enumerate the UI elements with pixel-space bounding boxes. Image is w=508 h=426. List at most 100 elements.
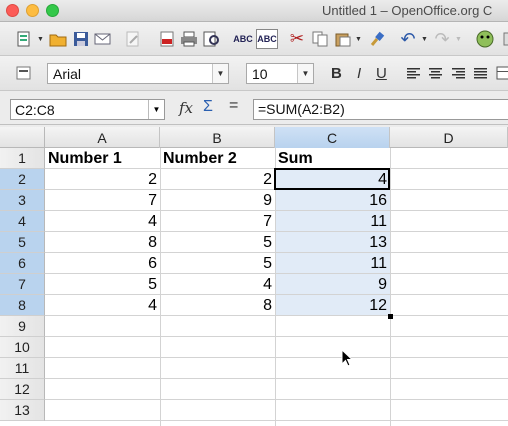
chevron-down-icon[interactable]: ▼ (212, 64, 228, 83)
cell-c6[interactable]: 11 (275, 253, 390, 274)
cell-b5[interactable]: 5 (160, 232, 275, 253)
font-size-value: 10 (252, 66, 268, 82)
active-cell-cursor (274, 168, 390, 190)
export-pdf-icon[interactable] (157, 29, 177, 49)
grid-line (45, 336, 508, 337)
new-document-icon[interactable] (14, 29, 34, 49)
row-header-6[interactable]: 6 (0, 253, 45, 274)
cell-a4[interactable]: 4 (45, 211, 160, 232)
styles-icon[interactable] (14, 63, 34, 83)
align-right-icon[interactable] (449, 63, 469, 83)
open-folder-icon[interactable] (48, 29, 68, 49)
cell-c8[interactable]: 12 (275, 295, 390, 316)
cell-a7[interactable]: 5 (45, 274, 160, 295)
cell-b3[interactable]: 9 (160, 190, 275, 211)
cell-b2[interactable]: 2 (160, 169, 275, 190)
column-header-d[interactable]: D (390, 127, 508, 148)
cell-c4[interactable]: 11 (275, 211, 390, 232)
function-wizard-icon[interactable]: fx (179, 99, 193, 117)
function-icon[interactable]: = (229, 97, 238, 115)
cell-b8[interactable]: 8 (160, 295, 275, 316)
chevron-down-icon[interactable]: ▼ (421, 36, 428, 43)
standard-toolbar: ▼ ABC ABC ✂ ▼ ↶ ▼ ↷ ▼ (0, 22, 508, 56)
row-header-13[interactable]: 13 (0, 400, 45, 421)
undo-icon[interactable]: ↶ (398, 29, 418, 49)
row-header-7[interactable]: 7 (0, 274, 45, 295)
column-header-c[interactable]: C (275, 127, 390, 148)
cell-a8[interactable]: 4 (45, 295, 160, 316)
title-bar: Untitled 1 – OpenOffice.org C (0, 0, 508, 22)
spreadsheet-grid[interactable]: A B C D 1 2 3 4 5 6 7 8 9 10 11 12 13 Number 1 Number… (0, 127, 508, 426)
cell-a5[interactable]: 8 (45, 232, 160, 253)
row-header-9[interactable]: 9 (0, 316, 45, 337)
row-header-10[interactable]: 10 (0, 337, 45, 358)
autospellcheck-icon[interactable]: ABC (256, 29, 278, 49)
print-icon[interactable] (179, 29, 199, 49)
column-header-b[interactable]: B (160, 127, 275, 148)
close-window-button[interactable] (6, 4, 19, 17)
cell-b7[interactable]: 4 (160, 274, 275, 295)
save-icon[interactable] (71, 29, 91, 49)
paste-icon[interactable] (333, 29, 353, 49)
cell-a6[interactable]: 6 (45, 253, 160, 274)
cell-c5[interactable]: 13 (275, 232, 390, 253)
cell-c7[interactable]: 9 (275, 274, 390, 295)
row-header-3[interactable]: 3 (0, 190, 45, 211)
cut-icon[interactable]: ✂ (287, 29, 307, 49)
row-header-11[interactable]: 11 (0, 358, 45, 379)
grid-line (390, 148, 391, 426)
align-center-icon[interactable] (426, 63, 446, 83)
cell-b1[interactable]: Number 2 (160, 148, 275, 169)
print-preview-icon[interactable] (202, 29, 222, 49)
cell-a2[interactable]: 2 (45, 169, 160, 190)
align-left-icon[interactable] (404, 63, 424, 83)
row-header-8[interactable]: 8 (0, 295, 45, 316)
minimize-window-button[interactable] (26, 4, 39, 17)
grid-line (45, 420, 508, 421)
cell-a3[interactable]: 7 (45, 190, 160, 211)
row-header-1[interactable]: 1 (0, 148, 45, 169)
zoom-window-button[interactable] (46, 4, 59, 17)
redo-icon[interactable]: ↷ (432, 29, 452, 49)
underline-button[interactable]: U (376, 65, 387, 82)
email-icon[interactable] (93, 29, 113, 49)
row-header-4[interactable]: 4 (0, 211, 45, 232)
column-header-a[interactable]: A (45, 127, 160, 148)
formula-text: =SUM(A2:B2) (258, 101, 345, 117)
cell-b4[interactable]: 7 (160, 211, 275, 232)
cell-c1[interactable]: Sum (275, 148, 390, 169)
font-size-combobox[interactable]: 10 ▼ (246, 63, 314, 84)
name-box[interactable]: C2:C8 ▼ (10, 99, 165, 120)
edit-file-icon[interactable] (123, 29, 143, 49)
name-box-value: C2:C8 (15, 102, 55, 118)
sum-icon[interactable]: Σ (203, 98, 213, 116)
row-header-5[interactable]: 5 (0, 232, 45, 253)
overflow-icon[interactable] (498, 29, 508, 49)
merge-cells-icon[interactable] (493, 63, 508, 83)
font-name-combobox[interactable]: Arial ▼ (47, 63, 229, 84)
mouse-pointer-icon (341, 349, 353, 367)
chevron-down-icon[interactable]: ▼ (37, 36, 44, 43)
formula-input[interactable]: =SUM(A2:B2) (253, 99, 508, 120)
cell-c3[interactable]: 16 (275, 190, 390, 211)
grid-line (45, 399, 508, 400)
window-title: Untitled 1 – OpenOffice.org C (322, 3, 493, 18)
format-paintbrush-icon[interactable] (367, 29, 387, 49)
spellcheck-icon[interactable]: ABC (233, 29, 253, 49)
justify-icon[interactable] (471, 63, 491, 83)
select-all-corner[interactable] (0, 127, 45, 148)
navigator-icon[interactable] (475, 29, 495, 49)
chevron-down-icon[interactable]: ▼ (455, 36, 462, 43)
fill-handle[interactable] (388, 314, 393, 319)
bold-button[interactable]: B (331, 65, 342, 82)
cell-b6[interactable]: 5 (160, 253, 275, 274)
italic-button[interactable]: I (357, 65, 361, 82)
row-header-2[interactable]: 2 (0, 169, 45, 190)
font-name-value: Arial (53, 66, 82, 82)
chevron-down-icon[interactable]: ▼ (355, 36, 362, 43)
cell-a1[interactable]: Number 1 (45, 148, 160, 169)
chevron-down-icon[interactable]: ▼ (297, 64, 313, 83)
chevron-down-icon[interactable]: ▼ (148, 100, 164, 119)
copy-icon[interactable] (310, 29, 330, 49)
row-header-12[interactable]: 12 (0, 379, 45, 400)
